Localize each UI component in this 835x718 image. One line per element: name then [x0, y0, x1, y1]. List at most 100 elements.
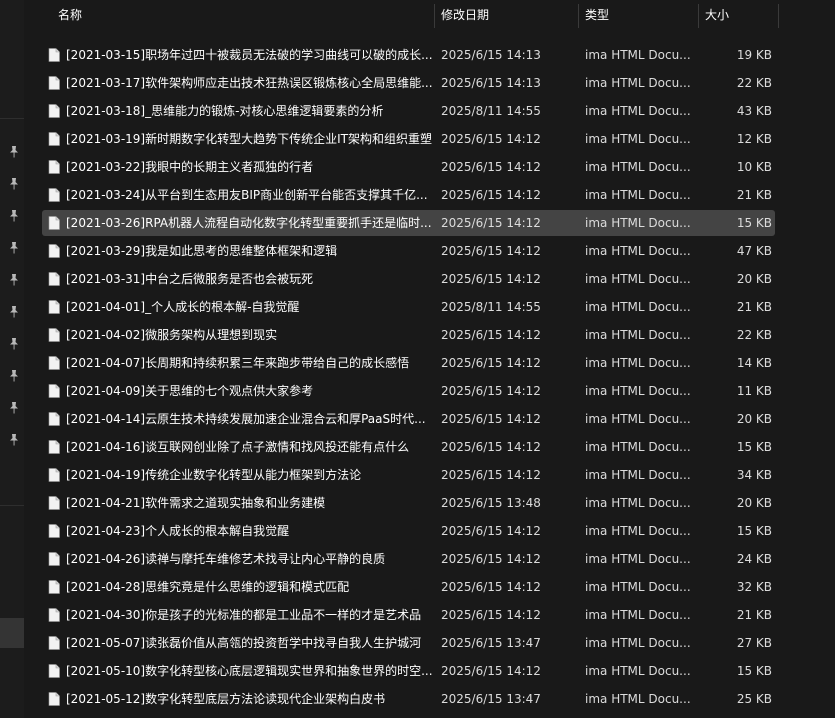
table-row[interactable]: [2021-04-07]长周期和持续积累三年来跑步带给自己的成长感悟 2025/6…	[42, 350, 775, 376]
table-row[interactable]: [2021-03-24]从平台到生态用友BIP商业创新平台能否支撑其千亿... 2…	[42, 182, 775, 208]
document-icon	[48, 524, 60, 538]
file-size: 47 KB	[736, 244, 772, 258]
file-size: 43 KB	[736, 104, 772, 118]
table-row[interactable]: [2021-04-01]_个人成长的根本解-自我觉醒 2025/8/11 14:5…	[42, 294, 775, 320]
file-size: 20 KB	[736, 412, 772, 426]
table-row[interactable]: [2021-04-26]读禅与摩托车维修艺术找寻让内心平静的良质 2025/6/1…	[42, 546, 775, 572]
column-header-date[interactable]: 修改日期	[441, 0, 576, 30]
document-icon	[48, 104, 60, 118]
file-type: ima HTML Docu...	[585, 524, 691, 538]
file-name: [2021-04-09]关于思维的七个观点供大家参考	[66, 384, 314, 398]
table-row[interactable]: [2021-03-31]中台之后微服务是否也会被玩死 2025/6/15 14:1…	[42, 266, 775, 292]
file-type: ima HTML Docu...	[585, 272, 691, 286]
file-name: [2021-05-07]读张磊价值从高瓴的投资哲学中找寻自我人生护城河	[66, 636, 422, 650]
document-icon	[48, 216, 60, 230]
file-modified-date: 2025/6/15 14:12	[441, 216, 541, 230]
file-size: 22 KB	[736, 328, 772, 342]
nav-divider	[0, 505, 24, 506]
file-name: [2021-03-15]职场年过四十被裁员无法破的学习曲线可以破的成长...	[66, 48, 433, 62]
table-row[interactable]: [2021-03-18]_思维能力的锻炼-对核心思维逻辑要素的分析 2025/8/…	[42, 98, 775, 124]
file-list: [2021-03-15]职场年过四十被裁员无法破的学习曲线可以破的成长... 20…	[24, 0, 835, 718]
table-row[interactable]: [2021-04-19]传统企业数字化转型从能力框架到方法论 2025/6/15 …	[42, 462, 775, 488]
pin-icon[interactable]	[9, 146, 19, 158]
table-row[interactable]: [2021-05-07]读张磊价值从高瓴的投资哲学中找寻自我人生护城河 2025/…	[42, 630, 775, 656]
file-modified-date: 2025/6/15 14:12	[441, 272, 541, 286]
pin-icon[interactable]	[9, 434, 19, 446]
file-modified-date: 2025/6/15 14:12	[441, 552, 541, 566]
pin-icon[interactable]	[9, 306, 19, 318]
file-name: [2021-04-02]微服务架构从理想到现实	[66, 328, 278, 342]
file-type: ima HTML Docu...	[585, 664, 691, 678]
file-modified-date: 2025/8/11 14:55	[441, 300, 541, 314]
file-modified-date: 2025/6/15 14:12	[441, 384, 541, 398]
table-row[interactable]: [2021-04-09]关于思维的七个观点供大家参考 2025/6/15 14:1…	[42, 378, 775, 404]
table-row[interactable]: [2021-04-14]云原生技术持续发展加速企业混合云和厚PaaS时代... 2…	[42, 406, 775, 432]
pin-icon[interactable]	[9, 338, 19, 350]
file-modified-date: 2025/6/15 14:12	[441, 160, 541, 174]
table-row[interactable]: [2021-04-16]谈互联网创业除了点子激情和找风投还能有点什么 2025/6…	[42, 434, 775, 460]
document-icon	[48, 608, 60, 622]
document-icon	[48, 356, 60, 370]
file-type: ima HTML Docu...	[585, 468, 691, 482]
file-modified-date: 2025/6/15 14:13	[441, 48, 541, 62]
file-size: 21 KB	[736, 608, 772, 622]
file-modified-date: 2025/6/15 14:12	[441, 244, 541, 258]
file-modified-date: 2025/6/15 14:12	[441, 328, 541, 342]
nav-selected-item[interactable]	[0, 618, 24, 648]
file-name: [2021-04-30]你是孩子的光标准的都是工业品不一样的才是艺术品	[66, 608, 422, 622]
column-header-type[interactable]: 类型	[585, 0, 695, 30]
table-row[interactable]: [2021-04-30]你是孩子的光标准的都是工业品不一样的才是艺术品 2025/…	[42, 602, 775, 628]
table-row[interactable]: [2021-04-28]思维究竟是什么思维的逻辑和模式匹配 2025/6/15 1…	[42, 574, 775, 600]
file-size: 12 KB	[736, 132, 772, 146]
file-type: ima HTML Docu...	[585, 48, 691, 62]
pin-icon[interactable]	[9, 402, 19, 414]
table-row[interactable]: [2021-03-26]RPA机器人流程自动化数字化转型重要抓手还是临时... 2…	[42, 210, 775, 236]
table-row[interactable]: [2021-05-10]数字化转型核心底层逻辑现实世界和抽象世界的时空... 20…	[42, 658, 775, 684]
file-name: [2021-03-26]RPA机器人流程自动化数字化转型重要抓手还是临时...	[66, 216, 432, 230]
document-icon	[48, 272, 60, 286]
pin-icon[interactable]	[9, 178, 19, 190]
file-modified-date: 2025/6/15 14:13	[441, 76, 541, 90]
file-type: ima HTML Docu...	[585, 216, 691, 230]
table-row[interactable]: [2021-05-12]数字化转型底层方法论读现代企业架构白皮书 2025/6/1…	[42, 686, 775, 712]
file-type: ima HTML Docu...	[585, 636, 691, 650]
file-name: [2021-03-19]新时期数字化转型大趋势下传统企业IT架构和组织重塑	[66, 132, 432, 146]
document-icon	[48, 664, 60, 678]
file-size: 34 KB	[736, 468, 772, 482]
document-icon	[48, 188, 60, 202]
table-row[interactable]: [2021-04-23]个人成长的根本解自我觉醒 2025/6/15 14:12 i…	[42, 518, 775, 544]
file-size: 24 KB	[736, 552, 772, 566]
document-icon	[48, 76, 60, 90]
file-type: ima HTML Docu...	[585, 300, 691, 314]
pin-icon[interactable]	[9, 210, 19, 222]
file-size: 27 KB	[736, 636, 772, 650]
table-row[interactable]: [2021-03-17]软件架构师应走出技术狂热误区锻炼核心全局思维能... 20…	[42, 70, 775, 96]
file-type: ima HTML Docu...	[585, 496, 691, 510]
column-divider[interactable]	[578, 4, 579, 28]
navigation-pane	[0, 0, 24, 718]
table-row[interactable]: [2021-03-29]我是如此思考的思维整体框架和逻辑 2025/6/15 14…	[42, 238, 775, 264]
file-size: 15 KB	[736, 216, 772, 230]
column-divider[interactable]	[434, 4, 435, 28]
table-row[interactable]: [2021-03-22]我眼中的长期主义者孤独的行者 2025/6/15 14:1…	[42, 154, 775, 180]
file-modified-date: 2025/6/15 14:12	[441, 356, 541, 370]
file-size: 19 KB	[736, 48, 772, 62]
file-modified-date: 2025/6/15 14:12	[441, 412, 541, 426]
column-header-size[interactable]: 大小	[705, 0, 775, 30]
table-row[interactable]: [2021-04-02]微服务架构从理想到现实 2025/6/15 14:12 im…	[42, 322, 775, 348]
file-name: [2021-04-14]云原生技术持续发展加速企业混合云和厚PaaS时代...	[66, 412, 426, 426]
pin-icon[interactable]	[9, 370, 19, 382]
file-type: ima HTML Docu...	[585, 692, 691, 706]
pin-icon[interactable]	[9, 242, 19, 254]
pin-icon[interactable]	[9, 274, 19, 286]
column-divider[interactable]	[698, 4, 699, 28]
file-modified-date: 2025/6/15 14:12	[441, 524, 541, 538]
table-row[interactable]: [2021-03-19]新时期数字化转型大趋势下传统企业IT架构和组织重塑 202…	[42, 126, 775, 152]
column-header-name[interactable]: 名称	[58, 0, 428, 30]
file-modified-date: 2025/6/15 14:12	[441, 580, 541, 594]
file-type: ima HTML Docu...	[585, 552, 691, 566]
table-row[interactable]: [2021-04-21]软件需求之道现实抽象和业务建模 2025/6/15 13:…	[42, 490, 775, 516]
file-size: 15 KB	[736, 440, 772, 454]
table-row[interactable]: [2021-03-15]职场年过四十被裁员无法破的学习曲线可以破的成长... 20…	[42, 42, 775, 68]
column-divider[interactable]	[778, 4, 779, 28]
